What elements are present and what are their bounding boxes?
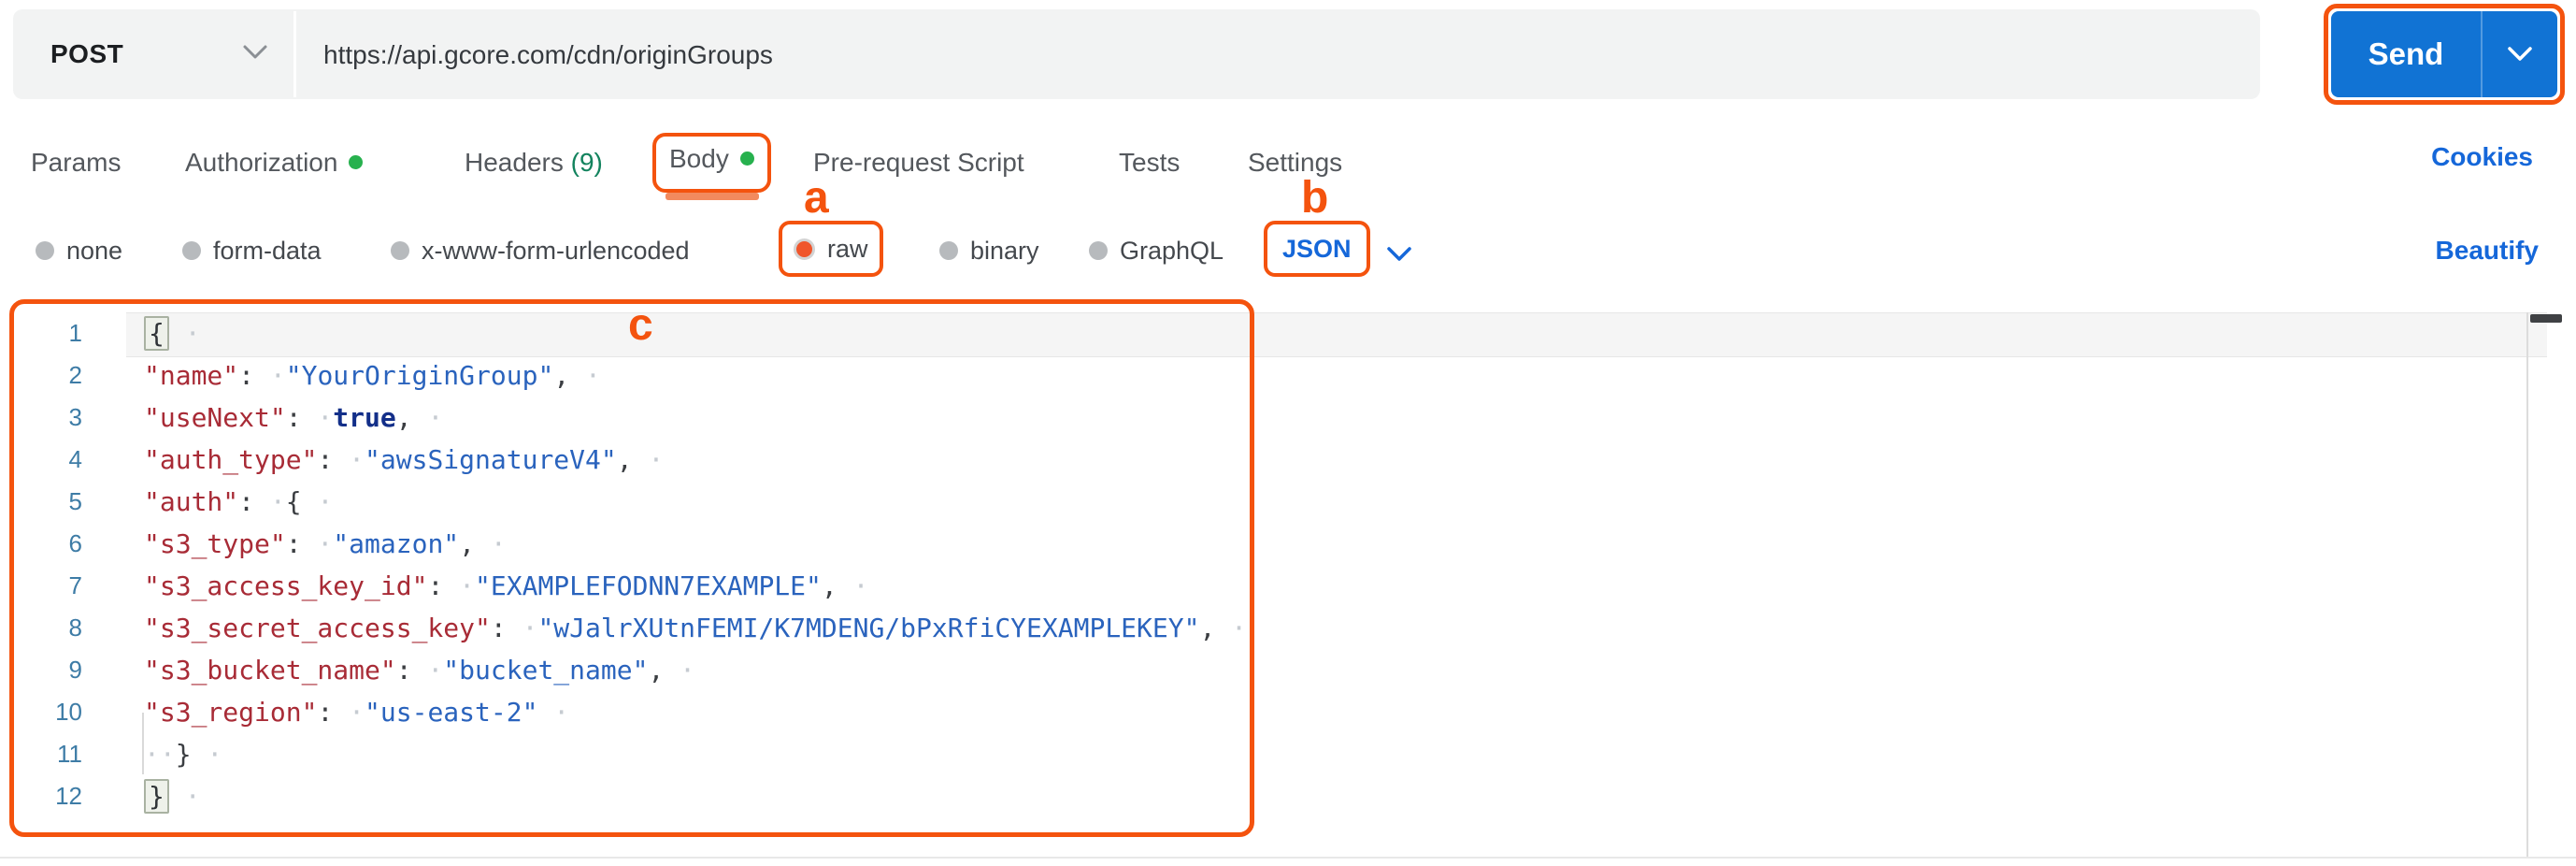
scrollbar-thumb[interactable]: [2530, 314, 2562, 323]
tab-tests[interactable]: Tests: [1119, 142, 1180, 183]
line-number: 10: [55, 698, 82, 726]
line-number: 9: [68, 656, 82, 684]
line-number: 12: [55, 782, 82, 810]
tab-body[interactable]: Body: [669, 144, 754, 173]
send-button[interactable]: Send: [2331, 11, 2557, 97]
code-text: } ·: [82, 775, 201, 817]
radio-form-data[interactable]: form-data: [182, 230, 322, 271]
radio-binary[interactable]: binary: [939, 230, 1039, 271]
line-number: 8: [68, 613, 82, 642]
code-text: { ·: [82, 312, 201, 354]
code-line: 7 "s3_access_key_id": ·"EXAMPLEFODNN7EXAM…: [0, 565, 2524, 607]
annotation-letter-b: b: [1301, 173, 1329, 223]
code-text: "s3_bucket_name": ·"bucket_name", ·: [144, 655, 696, 686]
radio-none[interactable]: none: [36, 230, 122, 271]
send-button-label: Send: [2368, 36, 2444, 71]
send-annotation-box: Send: [2324, 4, 2565, 105]
line-number: 3: [68, 403, 82, 431]
editor-bottom-divider: [0, 857, 2576, 859]
body-code-editor[interactable]: 1{ · 2 "name": ·"YourOriginGroup", · 3 "useN…: [0, 294, 2576, 859]
method-select[interactable]: POST: [50, 9, 123, 99]
code-text: "s3_secret_access_key": ·"wJalrXUtnFEMI/…: [144, 613, 1248, 643]
code-line: 9 "s3_bucket_name": ·"bucket_name", ·: [0, 649, 2524, 691]
send-chevron-down-icon[interactable]: [2483, 45, 2557, 64]
line-number: 2: [68, 361, 82, 389]
code-text: "s3_type": ·"amazon", ·: [144, 528, 507, 559]
code-line: 1{ ·: [0, 312, 2524, 354]
url-input[interactable]: [322, 9, 2101, 101]
content-type-select[interactable]: JSON: [1282, 235, 1352, 263]
line-number: 1: [68, 319, 82, 347]
code-line: 11 ··} ·: [0, 733, 2524, 775]
method-url-divider: [293, 11, 296, 97]
method-chevron-down-icon[interactable]: [241, 43, 269, 62]
code-text: "useNext": ·true, ·: [144, 402, 444, 433]
body-green-dot-icon: [739, 152, 754, 166]
code-line: 3 "useNext": ·true, ·: [0, 397, 2524, 439]
radio-graphql[interactable]: GraphQL: [1089, 230, 1224, 271]
line-number: 4: [68, 445, 82, 473]
tab-authorization[interactable]: Authorization: [185, 142, 364, 183]
annotation-letter-a: a: [804, 173, 829, 223]
code-text: "s3_access_key_id": ·"EXAMPLEFODNN7EXAMP…: [144, 570, 869, 601]
radio-circle-icon: [1089, 241, 1108, 260]
line-number: 5: [68, 487, 82, 515]
headers-count-badge: (9): [570, 148, 603, 177]
code-line: 8 "s3_secret_access_key": ·"wJalrXUtnFEMI…: [0, 607, 2524, 649]
request-bar: POST: [13, 9, 2260, 101]
radio-raw[interactable]: raw: [794, 226, 868, 271]
radio-circle-icon: [391, 241, 409, 260]
tab-params[interactable]: Params: [31, 142, 121, 183]
code-line: 4 "auth_type": ·"awsSignatureV4", ·: [0, 439, 2524, 481]
scrollbar-track: [2526, 312, 2528, 859]
code-line: 2 "name": ·"YourOriginGroup", ·: [0, 354, 2524, 397]
line-number: 11: [57, 740, 82, 768]
code-line: 5 "auth": ·{ ·: [0, 481, 2524, 523]
cookies-link[interactable]: Cookies: [2431, 142, 2533, 172]
authorization-green-dot-icon: [349, 155, 364, 170]
content-type-chevron-down-icon[interactable]: [1385, 245, 1413, 264]
body-tab-annotation-box: Body: [652, 133, 771, 193]
tab-headers[interactable]: Headers (9): [465, 142, 603, 183]
indent-guide: [142, 713, 144, 774]
radio-selected-icon: [794, 238, 815, 260]
code-text: "s3_region": ·"us-east-2" ·: [144, 697, 570, 728]
annotation-letter-c: c: [628, 300, 653, 350]
json-annotation-box: JSON: [1264, 221, 1370, 277]
code-line: 10 "s3_region": ·"us-east-2" ·: [0, 691, 2524, 733]
line-number: 6: [68, 529, 82, 557]
code-text: "auth": ·{ ·: [144, 486, 334, 517]
code-line: 12} ·: [0, 775, 2524, 817]
line-number: 7: [68, 571, 82, 599]
code-text: "auth_type": ·"awsSignatureV4", ·: [144, 444, 665, 475]
code-line: 6 "s3_type": ·"amazon", ·: [0, 523, 2524, 565]
radio-circle-icon: [939, 241, 958, 260]
radio-circle-icon: [36, 241, 54, 260]
code-text: ··} ·: [144, 739, 223, 770]
radio-x-www-form-urlencoded[interactable]: x-www-form-urlencoded: [391, 230, 690, 271]
active-tab-underline: [665, 193, 759, 200]
raw-annotation-box: raw: [779, 221, 883, 277]
radio-circle-icon: [182, 241, 201, 260]
beautify-link[interactable]: Beautify: [2436, 236, 2539, 266]
code-text: "name": ·"YourOriginGroup", ·: [144, 360, 601, 391]
tab-pre-request-script[interactable]: Pre-request Script: [813, 142, 1024, 183]
app-window: POST Send Params Authorization Headers (…: [0, 0, 2576, 866]
code-lines: 1{ · 2 "name": ·"YourOriginGroup", · 3 "useN…: [0, 312, 2524, 817]
